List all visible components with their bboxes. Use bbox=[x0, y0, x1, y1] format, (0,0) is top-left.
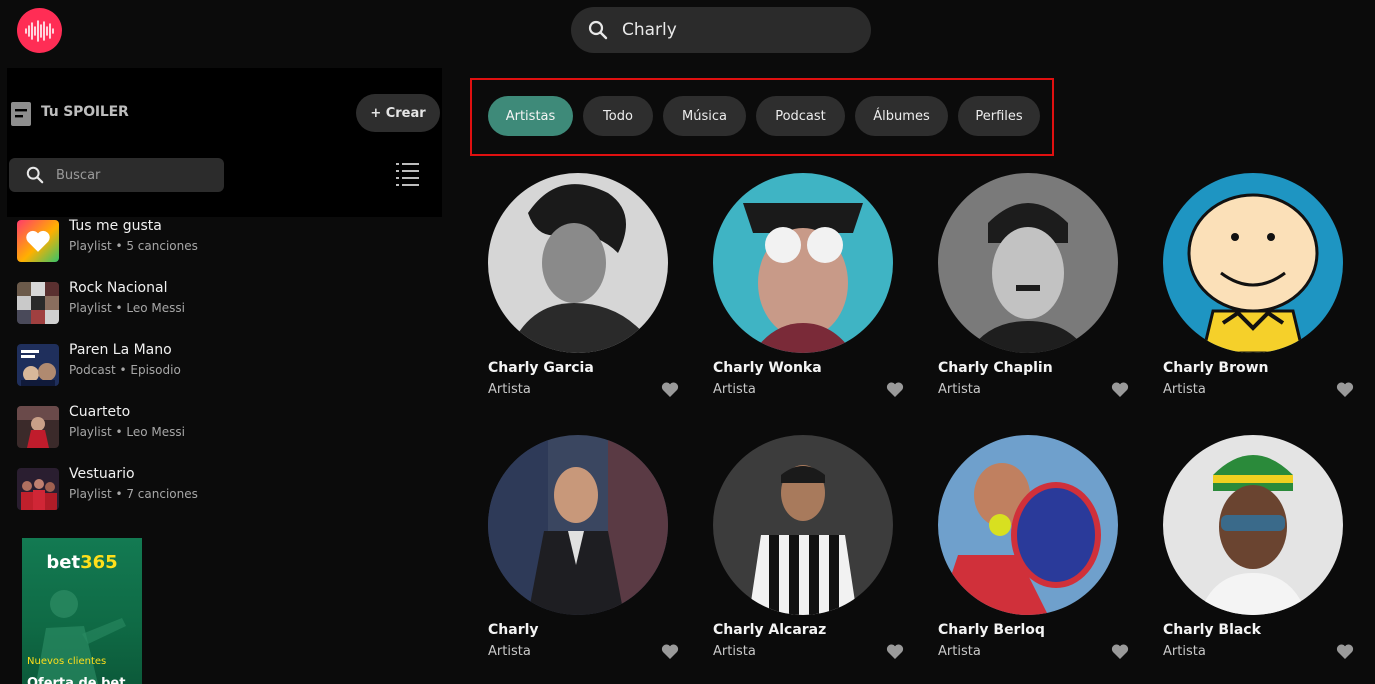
search-icon bbox=[26, 166, 44, 184]
artist-avatar bbox=[1163, 435, 1343, 615]
artist-name: Charly Chaplin bbox=[938, 360, 1053, 376]
library-item-tus-me-gusta[interactable]: Tus me gusta Playlist • 5 canciones bbox=[17, 217, 437, 262]
library-search-input[interactable]: Buscar bbox=[9, 158, 224, 192]
library-item-paren-la-mano[interactable]: Paren La Mano Podcast • Episodio bbox=[17, 341, 437, 386]
artist-type: Artista bbox=[938, 644, 981, 659]
chip-label: Artistas bbox=[505, 108, 556, 124]
heart-icon[interactable] bbox=[1336, 381, 1354, 398]
artist-name: Charly Brown bbox=[1163, 360, 1269, 376]
create-button[interactable]: + Crear bbox=[356, 94, 440, 132]
heart-icon[interactable] bbox=[1111, 643, 1129, 660]
search-query: Charly bbox=[622, 20, 677, 40]
filter-chip-podcast[interactable]: Podcast bbox=[756, 96, 845, 136]
library-item-subtitle: Playlist • Leo Messi bbox=[69, 301, 185, 315]
library-item-name: Cuarteto bbox=[69, 404, 131, 420]
library-item-rock-nacional[interactable]: Rock Nacional Playlist • Leo Messi bbox=[17, 279, 437, 324]
heart-icon[interactable] bbox=[661, 381, 679, 398]
chip-label: Música bbox=[682, 108, 727, 124]
artist-card[interactable]: Charly Garcia Artista bbox=[488, 173, 688, 408]
filter-chip-albumes[interactable]: Álbumes bbox=[855, 96, 948, 136]
artist-card[interactable]: Charly Alcaraz Artista bbox=[713, 435, 913, 670]
artist-avatar bbox=[713, 435, 893, 615]
ad-brand-a: bet bbox=[46, 552, 81, 573]
ad-extra-text: Oferta de bet... bbox=[27, 676, 141, 684]
global-search-input[interactable]: Charly bbox=[571, 7, 871, 53]
playlist-cover bbox=[17, 468, 59, 510]
artist-type: Artista bbox=[1163, 382, 1206, 397]
library-item-name: Rock Nacional bbox=[69, 280, 168, 296]
ad-brand: bet365 bbox=[22, 552, 142, 573]
artist-name: Charly bbox=[488, 622, 539, 638]
artist-card[interactable]: Charly Brown Artista bbox=[1163, 173, 1363, 408]
create-button-label: + Crear bbox=[370, 105, 426, 121]
library-item-cuarteto[interactable]: Cuarteto Playlist • Leo Messi bbox=[17, 403, 437, 448]
artist-avatar bbox=[1163, 173, 1343, 353]
artist-card[interactable]: Charly Berloq Artista bbox=[938, 435, 1138, 670]
playlist-cover bbox=[17, 406, 59, 448]
artist-avatar bbox=[938, 173, 1118, 353]
artist-avatar bbox=[713, 173, 893, 353]
library-item-name: Tus me gusta bbox=[69, 218, 162, 234]
library-search-placeholder: Buscar bbox=[56, 167, 101, 183]
artist-name: Charly Wonka bbox=[713, 360, 822, 376]
heart-icon[interactable] bbox=[1111, 381, 1129, 398]
chip-label: Podcast bbox=[775, 108, 826, 124]
library-item-name: Paren La Mano bbox=[69, 342, 172, 358]
artist-type: Artista bbox=[713, 382, 756, 397]
list-view-icon[interactable] bbox=[396, 161, 420, 187]
library-item-subtitle: Podcast • Episodio bbox=[69, 363, 181, 377]
library-item-subtitle: Playlist • Leo Messi bbox=[69, 425, 185, 439]
artist-card[interactable]: Charly Wonka Artista bbox=[713, 173, 913, 408]
artist-card[interactable]: Charly Black Artista bbox=[1163, 435, 1363, 670]
heart-icon[interactable] bbox=[886, 381, 904, 398]
artist-avatar bbox=[938, 435, 1118, 615]
ad-banner[interactable]: bet365 Nuevos clientes Oferta de bet... bbox=[22, 538, 142, 684]
artist-name: Charly Black bbox=[1163, 622, 1261, 638]
artist-name: Charly Berloq bbox=[938, 622, 1045, 638]
chip-label: Todo bbox=[603, 108, 633, 124]
library-icon bbox=[11, 102, 31, 126]
ad-brand-b: 365 bbox=[80, 552, 118, 573]
filter-chip-musica[interactable]: Música bbox=[663, 96, 746, 136]
app-logo[interactable] bbox=[17, 8, 62, 53]
chip-label: Perfiles bbox=[975, 108, 1023, 124]
artist-type: Artista bbox=[713, 644, 756, 659]
podcast-cover bbox=[17, 344, 59, 386]
artist-name: Charly Alcaraz bbox=[713, 622, 827, 638]
heart-icon[interactable] bbox=[886, 643, 904, 660]
artist-avatar bbox=[488, 435, 668, 615]
liked-songs-thumb bbox=[17, 220, 59, 262]
app: Charly Tu SPOILER + Crear Buscar Tus me … bbox=[0, 0, 1375, 684]
artist-card[interactable]: Charly Artista bbox=[488, 435, 688, 670]
artist-type: Artista bbox=[1163, 644, 1206, 659]
chip-label: Álbumes bbox=[873, 108, 930, 124]
library-panel: Tu SPOILER + Crear Buscar bbox=[7, 68, 442, 217]
artist-name: Charly Garcia bbox=[488, 360, 594, 376]
filter-chip-artistas[interactable]: Artistas bbox=[488, 96, 573, 136]
library-item-vestuario[interactable]: Vestuario Playlist • 7 canciones bbox=[17, 465, 437, 510]
playlist-cover bbox=[17, 282, 59, 324]
filter-chip-perfiles[interactable]: Perfiles bbox=[958, 96, 1040, 136]
heart-icon[interactable] bbox=[661, 643, 679, 660]
artist-card[interactable]: Charly Chaplin Artista bbox=[938, 173, 1138, 408]
heart-icon bbox=[26, 230, 50, 252]
library-item-name: Vestuario bbox=[69, 466, 135, 482]
soundwave-icon bbox=[24, 19, 54, 42]
artist-type: Artista bbox=[488, 644, 531, 659]
ad-subtitle: Nuevos clientes bbox=[27, 656, 107, 667]
filter-chip-todo[interactable]: Todo bbox=[583, 96, 653, 136]
search-icon bbox=[588, 20, 608, 40]
heart-icon[interactable] bbox=[1336, 643, 1354, 660]
artist-type: Artista bbox=[938, 382, 981, 397]
artist-type: Artista bbox=[488, 382, 531, 397]
library-title: Tu SPOILER bbox=[41, 104, 129, 120]
library-item-subtitle: Playlist • 7 canciones bbox=[69, 487, 198, 501]
library-item-subtitle: Playlist • 5 canciones bbox=[69, 239, 198, 253]
artist-avatar bbox=[488, 173, 668, 353]
